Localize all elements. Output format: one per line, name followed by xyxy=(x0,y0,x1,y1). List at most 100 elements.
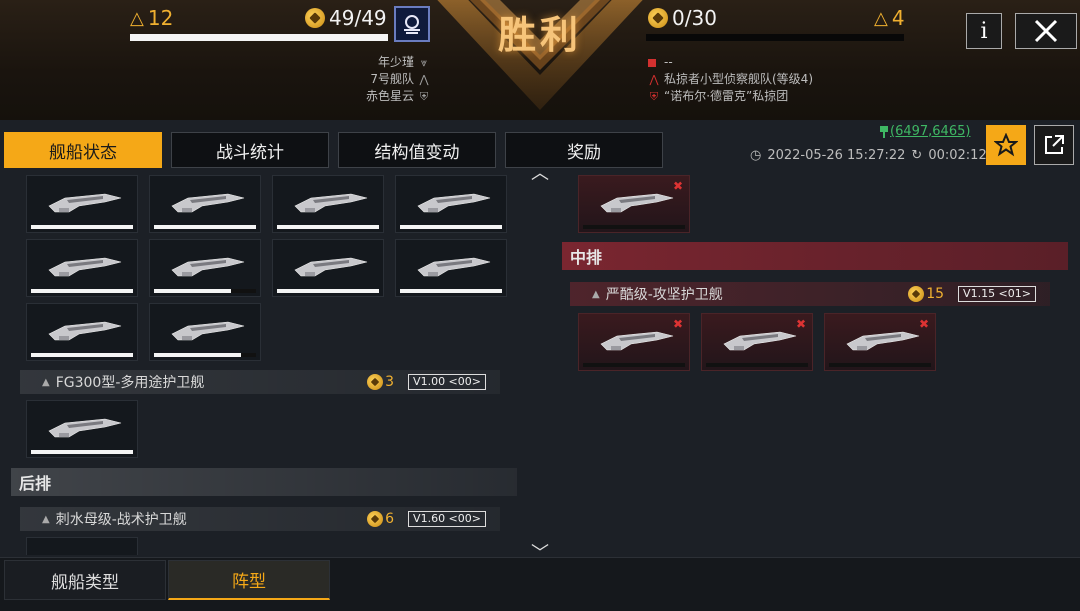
fleet-emblem xyxy=(394,6,430,42)
ship-silhouette-icon xyxy=(417,193,491,213)
ship-hp-bar xyxy=(277,225,379,229)
ship-silhouette-icon xyxy=(48,418,122,438)
guild-icon: ⛨ xyxy=(419,89,429,103)
ship-hp-bar xyxy=(829,363,931,367)
ship-card[interactable] xyxy=(149,239,261,297)
tab-ship-type[interactable]: 舰船类型 xyxy=(4,560,166,600)
ship-card[interactable] xyxy=(149,175,261,233)
ship-coin-icon xyxy=(367,511,384,527)
ship-card[interactable] xyxy=(26,303,138,361)
ship-card[interactable] xyxy=(272,175,384,233)
section-middle: 中排 xyxy=(562,242,1068,270)
ship-coin-icon xyxy=(648,8,668,28)
battle-time: ◷ 2022-05-26 15:27:22 ↻ 00:02:12 xyxy=(750,148,987,163)
ship-silhouette-icon xyxy=(48,321,122,341)
enemy-ship-card[interactable]: ✖ xyxy=(578,175,690,233)
tab-battle-stats[interactable]: 战斗统计 xyxy=(171,132,329,168)
battle-coordinates-link[interactable]: (6497,6465) xyxy=(880,124,970,139)
enemy-name-row: -- xyxy=(648,54,813,71)
ship-coin-icon xyxy=(908,286,925,302)
enemy-ship-count-stat: 0/30 xyxy=(648,6,717,30)
tab-formation[interactable]: 阵型 xyxy=(168,560,330,600)
enemy-ship-card[interactable]: ✖ xyxy=(578,313,690,371)
ship-card-partial[interactable] xyxy=(26,537,138,555)
ship-silhouette-icon xyxy=(294,193,368,213)
ship-coin-icon xyxy=(367,374,384,390)
ship-silhouette-icon xyxy=(48,193,122,213)
ship-hp-bar xyxy=(400,289,502,293)
fleet-icon: ⋀ xyxy=(649,72,659,86)
player-fleet-pane[interactable]: ▲ FG300型-多用途护卫舰 3 V1.00 <00> 后排 ▲ 刺水母级-战… xyxy=(8,170,520,555)
clock-icon: ◷ xyxy=(750,148,762,163)
emblem-icon xyxy=(404,15,420,34)
ship-count: 15 xyxy=(908,286,944,302)
enemy-losses-stat: △ 4 xyxy=(874,6,905,30)
info-icon: i xyxy=(980,18,988,44)
ship-silhouette-icon xyxy=(48,257,122,277)
section-rear: 后排 xyxy=(11,468,517,496)
collapse-triangle-icon: ▲ xyxy=(42,513,50,525)
ship-group-row[interactable]: ▲ 刺水母级-战术护卫舰 6 V1.60 <00> xyxy=(20,507,500,531)
guild-icon: ⛨ xyxy=(649,89,659,103)
ship-card[interactable] xyxy=(149,303,261,361)
enemy-fleet-row: ⋀ 私掠者小型侦察舰队(等级4) xyxy=(649,72,813,86)
player-info: 年少瑾 ⩔ 7号舰队 ⋀ 赤色星云 ⛨ xyxy=(366,54,430,105)
version-badge: V1.00 <00> xyxy=(408,374,486,390)
ship-silhouette-icon xyxy=(846,331,920,351)
favorite-button[interactable] xyxy=(986,125,1026,165)
ship-card[interactable] xyxy=(26,400,138,458)
ship-card[interactable] xyxy=(26,175,138,233)
player-name-row: 年少瑾 ⩔ xyxy=(366,54,430,71)
flag-icon xyxy=(880,125,888,138)
ship-silhouette-icon xyxy=(600,193,674,213)
scroll-up-icon[interactable]: ︿ xyxy=(528,165,552,183)
player-ship-count-stat: 49/49 xyxy=(305,6,387,30)
enemy-ship-card[interactable]: ✖ xyxy=(701,313,813,371)
ship-group-row[interactable]: ▲ 严酷级-攻坚护卫舰 15 V1.15 <01> xyxy=(570,282,1050,306)
close-button[interactable] xyxy=(1015,13,1077,49)
result-tabs: 舰船状态 战斗统计 结构值变动 奖励 xyxy=(0,128,680,168)
player-hp-bar xyxy=(130,34,388,41)
enemy-square-icon xyxy=(648,58,656,67)
ship-silhouette-icon xyxy=(417,257,491,277)
tab-structure-change[interactable]: 结构值变动 xyxy=(338,132,496,168)
ship-hp-bar xyxy=(154,289,256,293)
triangle-icon: △ xyxy=(874,7,888,29)
collapse-triangle-icon: ▲ xyxy=(42,376,50,388)
triangle-icon: △ xyxy=(130,7,144,29)
destroyed-icon: ✖ xyxy=(795,317,807,331)
player-guild-row: 赤色星云 ⛨ xyxy=(365,89,429,103)
ship-card[interactable] xyxy=(272,239,384,297)
ship-card[interactable] xyxy=(26,239,138,297)
ship-card[interactable] xyxy=(395,175,507,233)
rank-icon: ⩔ xyxy=(420,55,428,69)
ship-hp-bar xyxy=(277,289,379,293)
ship-card[interactable] xyxy=(395,239,507,297)
ship-hp-bar xyxy=(154,225,256,229)
ship-coin-icon xyxy=(305,8,325,28)
battle-result-screen: { "header": { "left_triangle_count": "12… xyxy=(0,0,1080,611)
version-badge: V1.60 <00> xyxy=(408,511,486,527)
player-losses-stat: △ 12 xyxy=(130,6,174,30)
ship-silhouette-icon xyxy=(294,257,368,277)
share-button[interactable] xyxy=(1034,125,1074,165)
collapse-triangle-icon: ▲ xyxy=(592,288,600,300)
info-button[interactable]: i xyxy=(966,13,1002,49)
enemy-guild-row: ⛨ “诺布尔·德雷克”私掠团 xyxy=(649,89,789,103)
ship-count: 6 xyxy=(367,511,394,527)
ship-hp-bar xyxy=(706,363,808,367)
ship-hp-bar xyxy=(583,225,685,229)
ship-silhouette-icon xyxy=(600,331,674,351)
ship-hp-bar xyxy=(400,225,502,229)
fleet-icon: ⋀ xyxy=(419,72,429,86)
enemy-ship-card[interactable]: ✖ xyxy=(824,313,936,371)
result-header: △ 12 49/49 胜利 0/30 △ 4 年少瑾 ⩔ 7号舰队 ⋀ 赤色星云 xyxy=(0,0,1080,120)
ship-group-row[interactable]: ▲ FG300型-多用途护卫舰 3 V1.00 <00> xyxy=(20,370,500,394)
tab-rewards[interactable]: 奖励 xyxy=(505,132,663,168)
destroyed-icon: ✖ xyxy=(672,179,684,193)
ship-silhouette-icon xyxy=(723,331,797,351)
tab-ship-status[interactable]: 舰船状态 xyxy=(4,132,162,168)
destroyed-icon: ✖ xyxy=(672,317,684,331)
close-icon xyxy=(1034,19,1058,43)
enemy-fleet-pane[interactable]: ✖ 中排 ▲ 严酷级-攻坚护卫舰 15 V1.15 <01> ✖ ✖ ✖ xyxy=(560,170,1072,555)
